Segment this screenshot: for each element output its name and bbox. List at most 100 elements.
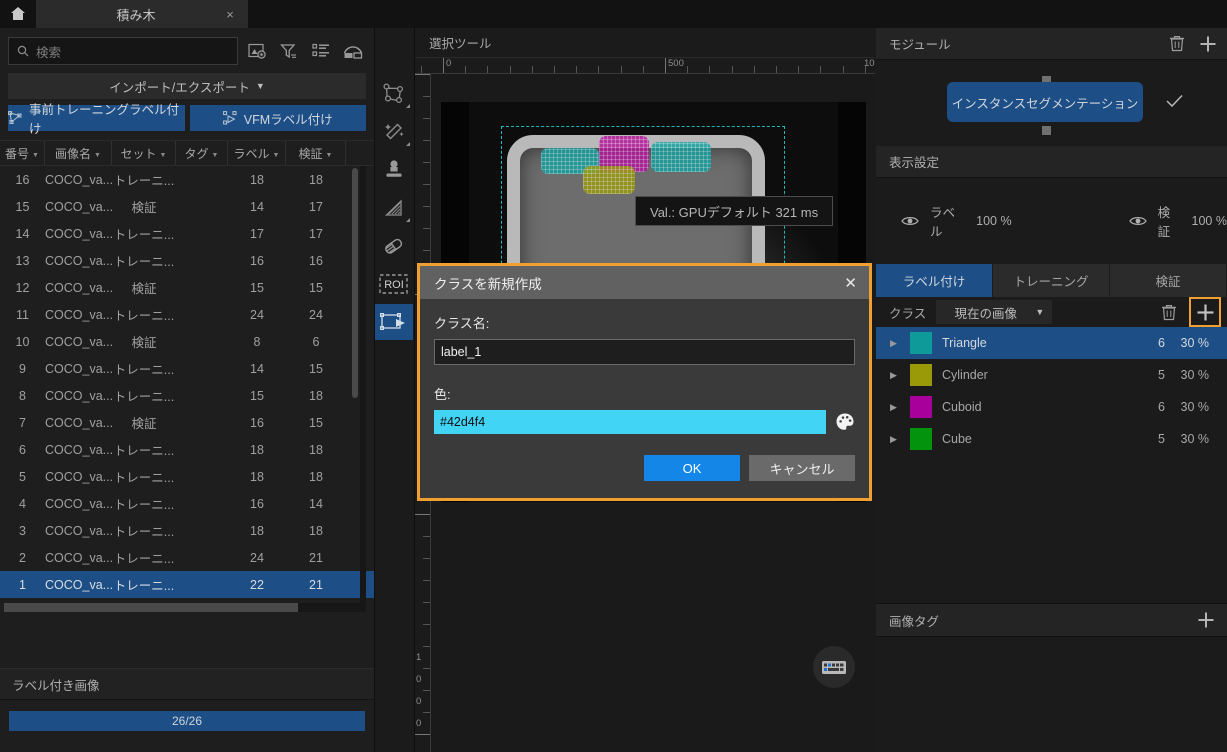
ruler-tick: [532, 66, 533, 73]
column-header-verify[interactable]: 検証▼: [286, 141, 346, 165]
magic-wand-tool-icon[interactable]: [375, 114, 413, 150]
panel-layout-icon[interactable]: [340, 38, 366, 64]
image-settings-icon[interactable]: [244, 38, 270, 64]
class-row[interactable]: ▶Cylinder530 %: [876, 359, 1227, 391]
tool-expand-corner: [406, 104, 410, 108]
search-input[interactable]: 検索: [8, 37, 238, 65]
tab-labeling[interactable]: ラベル付け: [876, 264, 993, 297]
palette-icon[interactable]: [835, 412, 855, 432]
table-row[interactable]: 13COCO_va...トレーニ...1616: [0, 247, 374, 274]
column-header-imagename[interactable]: 画像名▼: [45, 141, 112, 165]
class-row[interactable]: ▶Cuboid630 %: [876, 391, 1227, 423]
image-row-verify: 17: [286, 200, 346, 214]
image-row-set: トレーニ...: [112, 386, 176, 405]
home-button[interactable]: [0, 0, 36, 28]
project-tab[interactable]: 積み木 ×: [36, 0, 248, 28]
display-row-verify[interactable]: 検証 100 %: [1129, 202, 1227, 240]
stamp-tool-icon[interactable]: [375, 152, 413, 188]
class-row[interactable]: ▶Cube530 %: [876, 423, 1227, 455]
add-class-button[interactable]: [1189, 297, 1221, 327]
table-row[interactable]: 16COCO_va...トレーニ...1818: [0, 166, 374, 193]
keyboard-shortcuts-button[interactable]: [813, 646, 855, 688]
column-header-tag[interactable]: タグ▼: [176, 141, 228, 165]
close-icon[interactable]: ✕: [844, 274, 857, 292]
column-header-number[interactable]: 番号▼: [0, 141, 45, 165]
column-header-label[interactable]: ラベル▼: [228, 141, 286, 165]
polygon-tool-icon[interactable]: [375, 76, 413, 112]
table-row[interactable]: 4COCO_va...トレーニ...1614: [0, 490, 374, 517]
ruler-tick: [576, 66, 577, 73]
filter-icon[interactable]: [276, 38, 302, 64]
image-table-vscrollbar-track[interactable]: [360, 166, 366, 612]
table-row[interactable]: 6COCO_va...トレーニ...1818: [0, 436, 374, 463]
module-graph-area[interactable]: インスタンスセグメンテーション: [876, 60, 1227, 146]
expand-triangle-icon[interactable]: ▶: [890, 370, 910, 381]
table-row[interactable]: 11COCO_va...トレーニ...2424: [0, 301, 374, 328]
ruler-tick: [423, 536, 430, 537]
ok-button[interactable]: OK: [644, 455, 740, 481]
import-export-button[interactable]: インポート/エクスポート ▼: [8, 73, 366, 99]
image-table-hscrollbar-thumb[interactable]: [4, 603, 298, 612]
class-toolbar-label: クラス: [889, 303, 926, 322]
class-name-input[interactable]: label_1: [434, 339, 855, 365]
trash-icon[interactable]: [1161, 304, 1177, 321]
expand-triangle-icon[interactable]: ▶: [890, 434, 910, 445]
close-icon[interactable]: ×: [222, 7, 238, 22]
class-color-swatch[interactable]: [910, 332, 932, 354]
module-node-handle-bottom[interactable]: [1042, 126, 1051, 135]
image-row-set: トレーニ...: [112, 224, 176, 243]
module-check-icon[interactable]: [1166, 94, 1183, 108]
table-row[interactable]: 5COCO_va...トレーニ...1818: [0, 463, 374, 490]
display-row-label-value[interactable]: 100 %: [976, 214, 1011, 228]
expand-triangle-icon[interactable]: ▶: [890, 338, 910, 349]
image-row-set: 検証: [112, 413, 176, 432]
table-row[interactable]: 7COCO_va...検証1615: [0, 409, 374, 436]
class-color-input[interactable]: #42d4f4: [434, 410, 826, 434]
table-row[interactable]: 1COCO_va...トレーニ...2221: [0, 571, 374, 598]
table-row[interactable]: 9COCO_va...トレーニ...1415: [0, 355, 374, 382]
tab-training[interactable]: トレーニング: [993, 264, 1110, 297]
plus-icon[interactable]: [1197, 611, 1215, 629]
module-node-instance-segmentation[interactable]: インスタンスセグメンテーション: [947, 82, 1143, 122]
ruler-tick: [423, 668, 430, 669]
table-row[interactable]: 8COCO_va...トレーニ...1518: [0, 382, 374, 409]
eye-icon[interactable]: [901, 215, 919, 227]
table-row[interactable]: 10COCO_va...検証86: [0, 328, 374, 355]
class-color-swatch[interactable]: [910, 428, 932, 450]
display-row-verify-value[interactable]: 100 %: [1192, 214, 1227, 228]
gradient-tool-icon[interactable]: [375, 190, 413, 226]
class-percent: 30 %: [1165, 368, 1227, 382]
expand-triangle-icon[interactable]: ▶: [890, 402, 910, 413]
trash-icon[interactable]: [1169, 35, 1185, 52]
table-row[interactable]: 12COCO_va...検証1515: [0, 274, 374, 301]
eraser-tool-icon[interactable]: [375, 228, 413, 264]
image-table-hscrollbar-track[interactable]: [4, 603, 364, 612]
image-table-vscrollbar-thumb[interactable]: [352, 168, 358, 398]
image-row-verify: 15: [286, 416, 346, 430]
eye-icon[interactable]: [1129, 215, 1147, 227]
class-color-swatch[interactable]: [910, 396, 932, 418]
pretrain-label-button[interactable]: 事前トレーニングラベル付け: [8, 105, 185, 131]
display-row-label[interactable]: ラベル 100 %: [901, 202, 1012, 240]
cancel-button[interactable]: キャンセル: [749, 455, 855, 481]
table-row[interactable]: 2COCO_va...トレーニ...2421: [0, 544, 374, 571]
annotation-mask[interactable]: [651, 142, 711, 172]
project-tab-label: 積み木: [36, 5, 222, 24]
class-scope-select[interactable]: 現在の画像 ▼: [936, 300, 1052, 324]
tab-verification[interactable]: 検証: [1110, 264, 1227, 297]
table-row[interactable]: 15COCO_va...検証1417: [0, 193, 374, 220]
annotation-mask[interactable]: [583, 166, 635, 194]
class-scope-select-value: 現在の画像: [944, 303, 1027, 322]
vfm-label-button[interactable]: VFMラベル付け: [190, 105, 367, 131]
table-row[interactable]: 14COCO_va...トレーニ...1717: [0, 220, 374, 247]
image-table-body[interactable]: 16COCO_va...トレーニ...181815COCO_va...検証141…: [0, 166, 374, 612]
plus-icon[interactable]: [1199, 35, 1217, 53]
table-row[interactable]: 3COCO_va...トレーニ...1818: [0, 517, 374, 544]
column-header-set[interactable]: セット▼: [112, 141, 176, 165]
select-tool-icon[interactable]: [375, 304, 413, 340]
class-list[interactable]: ▶Triangle630 %▶Cylinder530 %▶Cuboid630 %…: [876, 327, 1227, 455]
list-icon[interactable]: [308, 38, 334, 64]
class-color-swatch[interactable]: [910, 364, 932, 386]
class-row[interactable]: ▶Triangle630 %: [876, 327, 1227, 359]
roi-tool-icon[interactable]: ROI: [375, 266, 413, 302]
